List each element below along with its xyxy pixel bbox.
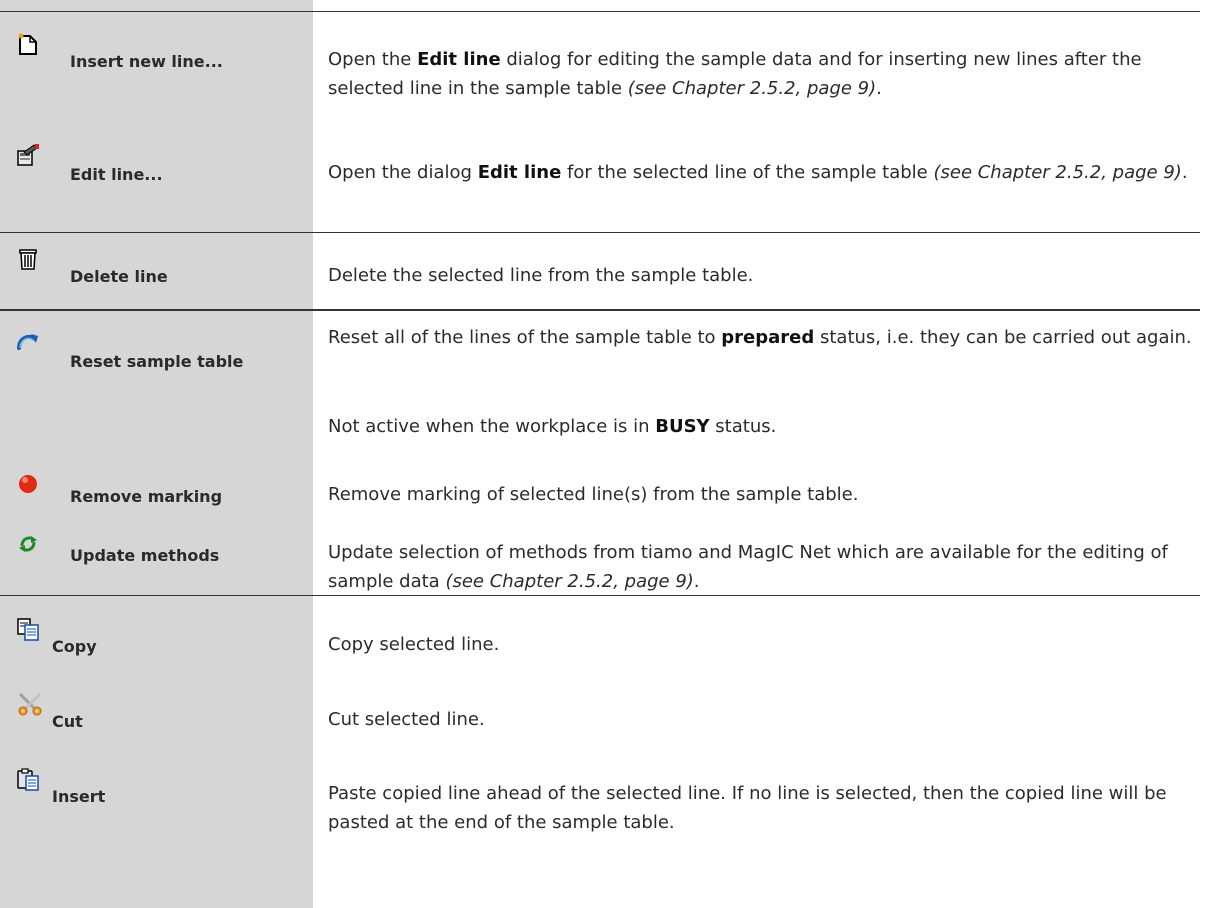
text-run: Copy selected line. — [328, 634, 500, 655]
command-description: Open the Edit line dialog for editing th… — [328, 45, 1192, 103]
group-divider — [0, 309, 1200, 311]
text-run: Open the dialog — [328, 162, 478, 183]
edit-line-icon — [17, 144, 39, 166]
command-description: Delete the selected line from the sample… — [328, 261, 1192, 290]
command-description: Copy selected line. — [328, 630, 1192, 659]
update-arrows-icon — [19, 536, 37, 552]
trash-icon — [19, 249, 37, 270]
text-run: status, i.e. they can be carried out aga… — [814, 327, 1192, 348]
command-label: Insert — [52, 787, 106, 806]
text-run: Reset all of the lines of the sample tab… — [328, 327, 722, 348]
text-run: Not active when the workplace is in — [328, 416, 656, 437]
cross-reference: (see Chapter 2.5.2, page 9) — [445, 571, 694, 592]
scissors-icon — [18, 692, 42, 716]
command-description: Cut selected line. — [328, 705, 1192, 734]
text-run: . — [1181, 162, 1188, 183]
copy-icon — [17, 618, 39, 641]
command-label: Cut — [52, 712, 83, 731]
text-run: . — [693, 571, 700, 592]
cross-reference: (see Chapter 2.5.2, page 9) — [627, 78, 877, 99]
text-run: Cut selected line. — [328, 709, 485, 730]
command-description: Open the dialog Edit line for the select… — [328, 158, 1192, 187]
command-label: Delete line — [70, 267, 168, 286]
bold-term: Edit line — [477, 162, 562, 183]
group-divider — [0, 232, 1200, 233]
text-run: Open the — [328, 49, 418, 70]
reset-arrow-icon — [17, 334, 38, 350]
command-label: Reset sample table — [70, 352, 244, 371]
bold-term: Edit line — [417, 49, 501, 70]
command-description: Reset all of the lines of the sample tab… — [328, 323, 1192, 352]
cross-reference: (see Chapter 2.5.2, page 9) — [933, 162, 1182, 183]
table-top-rule — [0, 11, 1200, 12]
paste-icon — [17, 768, 39, 791]
text-run: for the selected line of the sample tabl… — [561, 162, 934, 183]
command-description: Paste copied line ahead of the selected … — [328, 779, 1192, 837]
text-run: status. — [709, 416, 777, 437]
command-description-note: Not active when the workplace is in BUSY… — [328, 412, 1192, 441]
text-run: . — [876, 78, 882, 99]
new-line-icon — [18, 33, 37, 55]
bold-term: prepared — [721, 327, 815, 348]
text-run: Paste copied line ahead of the selected … — [328, 783, 1167, 833]
command-label: Update methods — [70, 546, 220, 565]
text-run: Remove marking of selected line(s) from … — [328, 484, 859, 505]
command-description: Update selection of methods from tiamo a… — [328, 538, 1192, 596]
command-label: Copy — [52, 637, 97, 656]
bold-term: BUSY — [655, 416, 710, 437]
command-table: Insert new line... Open the Edit line di… — [0, 0, 1205, 908]
command-label: Insert new line... — [70, 52, 223, 71]
command-description: Remove marking of selected line(s) from … — [328, 480, 1192, 509]
red-dot-icon — [19, 475, 37, 493]
command-label: Edit line... — [70, 165, 163, 184]
command-column — [0, 0, 313, 908]
command-label: Remove marking — [70, 487, 223, 506]
text-run: Delete the selected line from the sample… — [328, 265, 754, 286]
